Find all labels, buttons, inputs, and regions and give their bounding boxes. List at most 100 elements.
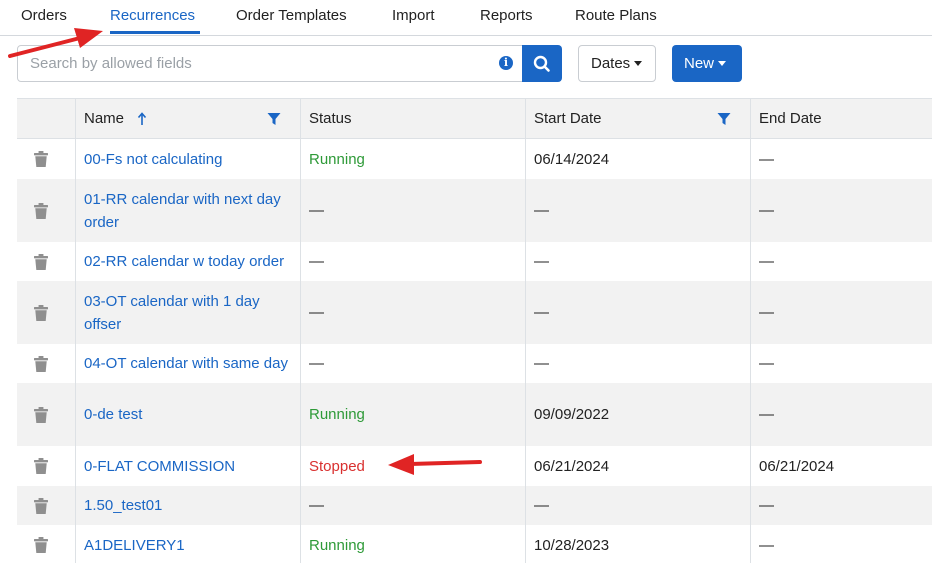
- table-body: 00-Fs not calculating Running 06/14/2024—0…: [17, 139, 932, 563]
- dates-dropdown-button[interactable]: Dates: [578, 45, 656, 82]
- row-end-date-cell: —: [751, 383, 932, 446]
- row-name-cell: 03-OT calendar with 1 day offser: [76, 281, 301, 344]
- recurrence-name-link[interactable]: 03-OT calendar with 1 day offser: [84, 290, 292, 336]
- row-status-cell: —: [301, 281, 526, 344]
- recurrences-table: Name Status Start Date End Date 00-Fs no…: [17, 98, 932, 563]
- row-status-cell: —: [301, 344, 526, 383]
- recurrence-name-link[interactable]: 02-RR calendar w today order: [84, 250, 284, 273]
- row-end-date-cell: —: [751, 179, 932, 242]
- tab-reports[interactable]: Reports: [480, 7, 533, 24]
- info-icon[interactable]: i: [499, 56, 513, 70]
- table-row[interactable]: 03-OT calendar with 1 day offser — — —: [17, 281, 932, 344]
- end-date-text: —: [759, 150, 774, 168]
- header-status[interactable]: Status: [301, 99, 526, 138]
- row-actions-cell: [17, 383, 76, 446]
- table-row[interactable]: 01-RR calendar with next day order — — —: [17, 179, 932, 242]
- table-row[interactable]: A1DELIVERY1 Running 10/28/2023 —: [17, 525, 932, 563]
- trash-icon[interactable]: [34, 151, 48, 167]
- search-input[interactable]: [18, 46, 478, 81]
- header-actions: [17, 99, 76, 138]
- end-date-text: —: [759, 406, 774, 423]
- caret-down-icon: [634, 60, 643, 66]
- status-text: Stopped: [309, 457, 365, 475]
- recurrence-name-link[interactable]: 0-FLAT COMMISSION: [84, 455, 235, 478]
- start-date-text: —: [534, 355, 549, 372]
- row-end-date-cell: —: [751, 281, 932, 344]
- status-text: —: [309, 253, 324, 270]
- table-row[interactable]: 0-de test Running 09/09/2022 —: [17, 383, 932, 446]
- row-actions-cell: [17, 242, 76, 281]
- recurrence-name-link[interactable]: 01-RR calendar with next day order: [84, 188, 292, 234]
- table-row[interactable]: 0-FLAT COMMISSION Stopped 06/21/2024 06/21/…: [17, 446, 932, 486]
- header-name[interactable]: Name: [76, 99, 301, 138]
- row-start-date-cell: —: [526, 486, 751, 525]
- recurrence-name-link[interactable]: 04-OT calendar with same day: [84, 352, 288, 375]
- row-start-date-cell: 09/09/2022: [526, 383, 751, 446]
- tab-orders[interactable]: Orders: [21, 7, 67, 24]
- tab-order-templates[interactable]: Order Templates: [236, 7, 347, 24]
- row-name-cell: 0-FLAT COMMISSION: [76, 446, 301, 486]
- status-text: —: [309, 304, 324, 321]
- table-row[interactable]: 02-RR calendar w today order — — —: [17, 242, 932, 281]
- recurrence-name-link[interactable]: 1.50_test01: [84, 494, 162, 517]
- row-status-cell: Running: [301, 139, 526, 179]
- header-end-date-label: End Date: [759, 110, 822, 127]
- status-text: —: [309, 202, 324, 219]
- recurrence-name-link[interactable]: 0-de test: [84, 403, 142, 426]
- trash-icon[interactable]: [34, 458, 48, 474]
- row-status-cell: —: [301, 179, 526, 242]
- row-start-date-cell: —: [526, 344, 751, 383]
- row-start-date-cell: —: [526, 281, 751, 344]
- row-name-cell: 1.50_test01: [76, 486, 301, 525]
- filter-icon[interactable]: [717, 112, 731, 126]
- start-date-text: 09/09/2022: [534, 406, 610, 423]
- sort-ascending-icon[interactable]: [137, 111, 147, 127]
- filter-icon[interactable]: [267, 112, 281, 126]
- trash-icon[interactable]: [34, 304, 48, 321]
- header-name-label: Name: [84, 110, 125, 127]
- header-start-date[interactable]: Start Date: [526, 99, 751, 138]
- top-nav-tabs: Orders Recurrences Order Templates Impor…: [0, 0, 932, 36]
- dates-label: Dates: [591, 55, 631, 72]
- row-end-date-cell: —: [751, 242, 932, 281]
- status-text: —: [309, 497, 324, 514]
- trash-icon[interactable]: [34, 253, 48, 270]
- tab-route-plans[interactable]: Route Plans: [575, 7, 657, 24]
- row-actions-cell: [17, 344, 76, 383]
- status-text: Running: [309, 536, 365, 554]
- row-actions-cell: [17, 525, 76, 563]
- table-row[interactable]: 1.50_test01 — — —: [17, 486, 932, 525]
- trash-icon[interactable]: [34, 355, 48, 372]
- row-end-date-cell: —: [751, 139, 932, 179]
- trash-icon[interactable]: [34, 202, 48, 219]
- row-name-cell: 04-OT calendar with same day: [76, 344, 301, 383]
- header-status-label: Status: [309, 110, 352, 127]
- tab-import[interactable]: Import: [392, 7, 435, 24]
- new-dropdown-button[interactable]: New: [672, 45, 742, 82]
- row-end-date-cell: 06/21/2024: [751, 446, 932, 486]
- start-date-text: —: [534, 304, 549, 321]
- search-button[interactable]: [522, 45, 562, 82]
- table-row[interactable]: 04-OT calendar with same day — — —: [17, 344, 932, 383]
- recurrence-name-link[interactable]: A1DELIVERY1: [84, 534, 185, 557]
- trash-icon[interactable]: [34, 406, 48, 423]
- header-end-date[interactable]: End Date: [751, 99, 932, 138]
- row-start-date-cell: 06/21/2024: [526, 446, 751, 486]
- row-status-cell: —: [301, 242, 526, 281]
- search-icon: [533, 55, 550, 72]
- row-name-cell: 02-RR calendar w today order: [76, 242, 301, 281]
- row-actions-cell: [17, 179, 76, 242]
- recurrence-name-link[interactable]: 00-Fs not calculating: [84, 148, 222, 171]
- end-date-text: —: [759, 497, 774, 514]
- trash-icon[interactable]: [34, 537, 48, 553]
- row-actions-cell: [17, 139, 76, 179]
- row-end-date-cell: —: [751, 486, 932, 525]
- header-start-date-label: Start Date: [534, 110, 602, 127]
- row-status-cell: Running: [301, 383, 526, 446]
- table-header-row: Name Status Start Date End Date: [17, 99, 932, 139]
- tab-recurrences[interactable]: Recurrences: [110, 7, 195, 24]
- table-row[interactable]: 00-Fs not calculating Running 06/14/2024 —: [17, 139, 932, 179]
- trash-icon[interactable]: [34, 497, 48, 514]
- end-date-text: 06/21/2024: [759, 457, 835, 475]
- row-start-date-cell: 10/28/2023: [526, 525, 751, 563]
